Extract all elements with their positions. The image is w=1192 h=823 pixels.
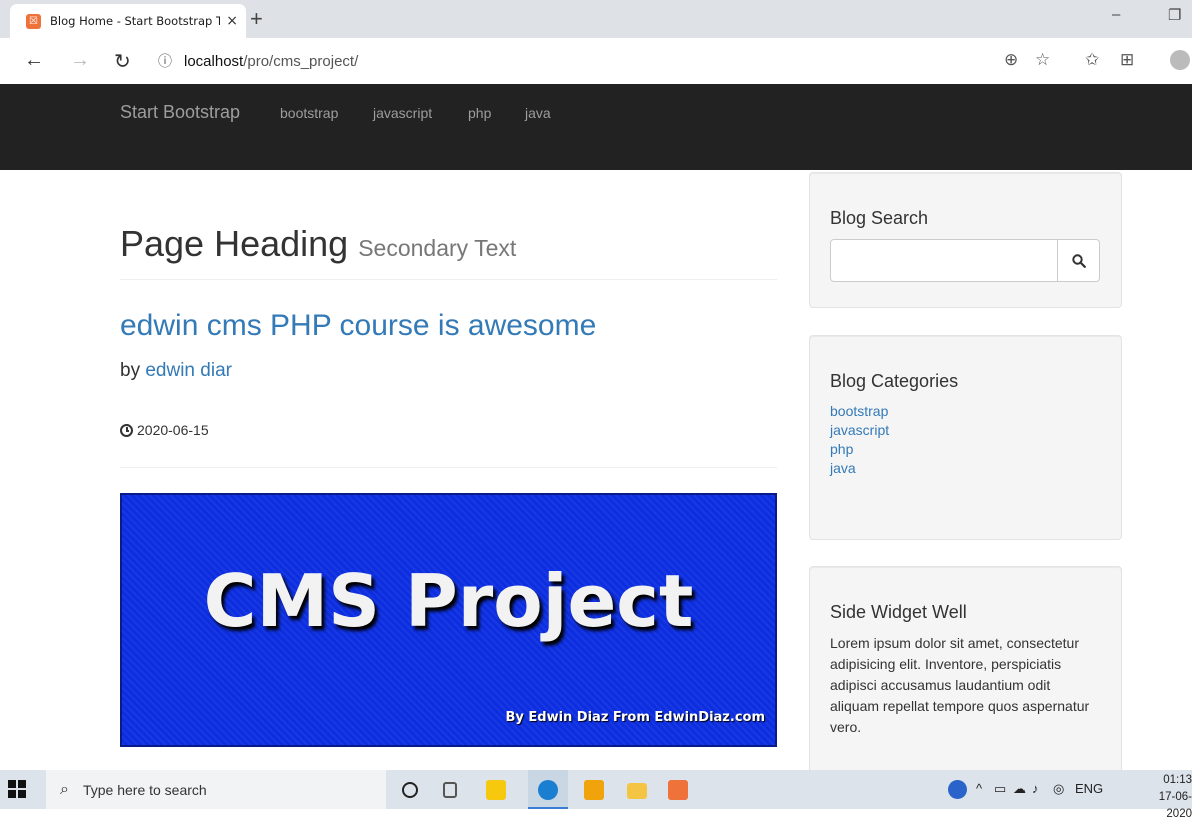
file-explorer-icon[interactable] — [627, 783, 647, 799]
site-navbar: Start Bootstrap bootstrap javascript php… — [0, 84, 1192, 170]
restore-button[interactable]: ❐ — [1168, 6, 1181, 24]
reload-icon[interactable]: ↻ — [114, 49, 131, 74]
nav-link-java[interactable]: java — [525, 105, 551, 121]
clock-time: 01:13 — [1163, 774, 1192, 786]
new-tab-button[interactable]: + — [250, 6, 263, 32]
search-button[interactable] — [1058, 239, 1100, 282]
search-well: Blog Search — [809, 172, 1122, 308]
search-group — [830, 239, 1100, 282]
tab-title: Blog Home - Start Bootstrap Ten — [50, 14, 221, 28]
search-well-title: Blog Search — [830, 208, 929, 228]
language-indicator[interactable]: ENG — [1075, 781, 1103, 796]
task-view-icon[interactable] — [443, 782, 457, 798]
windows-taskbar: ⌕ Type here to search ^ ▭ ☁ ♪ ◎ ENG 01:1… — [0, 770, 1192, 820]
nav-link-javascript[interactable]: javascript — [373, 105, 432, 121]
post-image-credit: By Edwin Diaz From EdwinDiaz.com — [505, 710, 765, 725]
categories-well-title: Blog Categories — [830, 371, 959, 391]
by-label: by — [120, 360, 141, 381]
browser-tab-strip: ☒ Blog Home - Start Bootstrap Ten × + – … — [0, 0, 1192, 38]
favorite-star-icon[interactable]: ☆ — [1035, 50, 1050, 70]
sticky-notes-icon[interactable] — [486, 780, 506, 800]
nav-link-php[interactable]: php — [468, 105, 491, 121]
url-host: localhost — [184, 52, 244, 70]
address-bar-row: ← → ↻ ⓘ localhost/pro/cms_project/ ⊕ ☆ ✩… — [0, 38, 1192, 84]
store-icon[interactable] — [584, 780, 604, 800]
url-path: /pro/cms_project/ — [243, 52, 359, 70]
cortana-icon[interactable] — [402, 782, 418, 798]
category-link-java[interactable]: java — [830, 459, 1101, 478]
post-author-line: by edwin diar — [120, 360, 232, 382]
side-widget-well: Side Widget Well Lorem ipsum dolor sit a… — [809, 566, 1122, 781]
collections-icon[interactable]: ⊞ — [1120, 50, 1134, 70]
tray-chevron-icon[interactable]: ^ — [976, 781, 982, 796]
page-heading-secondary: Secondary Text — [358, 235, 517, 261]
post-date: 2020-06-15 — [120, 422, 209, 438]
onedrive-icon[interactable]: ☁ — [1013, 781, 1026, 797]
forward-icon[interactable]: → — [70, 49, 90, 72]
help-icon[interactable] — [948, 780, 967, 799]
search-icon — [1071, 253, 1086, 268]
taskbar-search-box[interactable]: ⌕ Type here to search — [46, 770, 386, 809]
profile-avatar[interactable] — [1170, 50, 1190, 70]
edge-icon[interactable] — [538, 780, 558, 800]
category-link-javascript[interactable]: javascript — [830, 421, 1101, 440]
category-link-bootstrap[interactable]: bootstrap — [830, 402, 1101, 421]
categories-well: Blog Categories bootstrap javascript php… — [809, 335, 1122, 540]
volume-icon[interactable]: ♪ — [1032, 781, 1039, 796]
favorites-list-icon[interactable]: ✩ — [1085, 50, 1099, 70]
search-input[interactable] — [830, 239, 1058, 282]
back-icon[interactable]: ← — [24, 49, 44, 72]
post-title-link[interactable]: edwin cms PHP course is awesome — [120, 306, 596, 346]
windows-start-icon[interactable] — [8, 780, 26, 798]
side-widget-title: Side Widget Well — [830, 602, 967, 622]
post-image: CMS Project By Edwin Diaz From EdwinDiaz… — [120, 493, 777, 747]
taskbar-search-icon: ⌕ — [60, 780, 69, 798]
post-image-title: CMS Project — [203, 559, 694, 643]
author-link[interactable]: edwin diar — [145, 360, 232, 381]
category-link-php[interactable]: php — [830, 440, 1101, 459]
url-field[interactable]: ⓘ localhost/pro/cms_project/ — [150, 44, 1070, 78]
navbar-brand[interactable]: Start Bootstrap — [120, 102, 240, 123]
clock-icon — [120, 423, 133, 437]
post-date-value: 2020-06-15 — [137, 422, 209, 438]
nav-link-bootstrap[interactable]: bootstrap — [280, 105, 338, 121]
taskbar-clock[interactable]: 01:13 17-06-2020 — [1140, 772, 1192, 823]
page-heading: Page Heading Secondary Text — [120, 218, 777, 280]
side-widget-text: Lorem ipsum dolor sit amet, consectetur … — [830, 635, 1090, 735]
site-info-icon[interactable]: ⓘ — [158, 51, 172, 71]
page-heading-text: Page Heading — [120, 223, 349, 264]
taskbar-search-placeholder: Type here to search — [82, 781, 207, 798]
browser-tab[interactable]: ☒ Blog Home - Start Bootstrap Ten × — [10, 4, 246, 38]
zoom-icon[interactable]: ⊕ — [1004, 50, 1018, 70]
battery-icon[interactable]: ▭ — [994, 781, 1006, 797]
minimize-button[interactable]: – — [1112, 6, 1120, 23]
post-divider — [120, 467, 777, 468]
tab-close-icon[interactable]: × — [226, 13, 238, 29]
xampp-icon[interactable] — [668, 780, 688, 800]
xampp-favicon-icon: ☒ — [26, 13, 41, 29]
network-icon[interactable]: ◎ — [1053, 781, 1064, 797]
clock-date: 17-06-2020 — [1158, 791, 1192, 820]
